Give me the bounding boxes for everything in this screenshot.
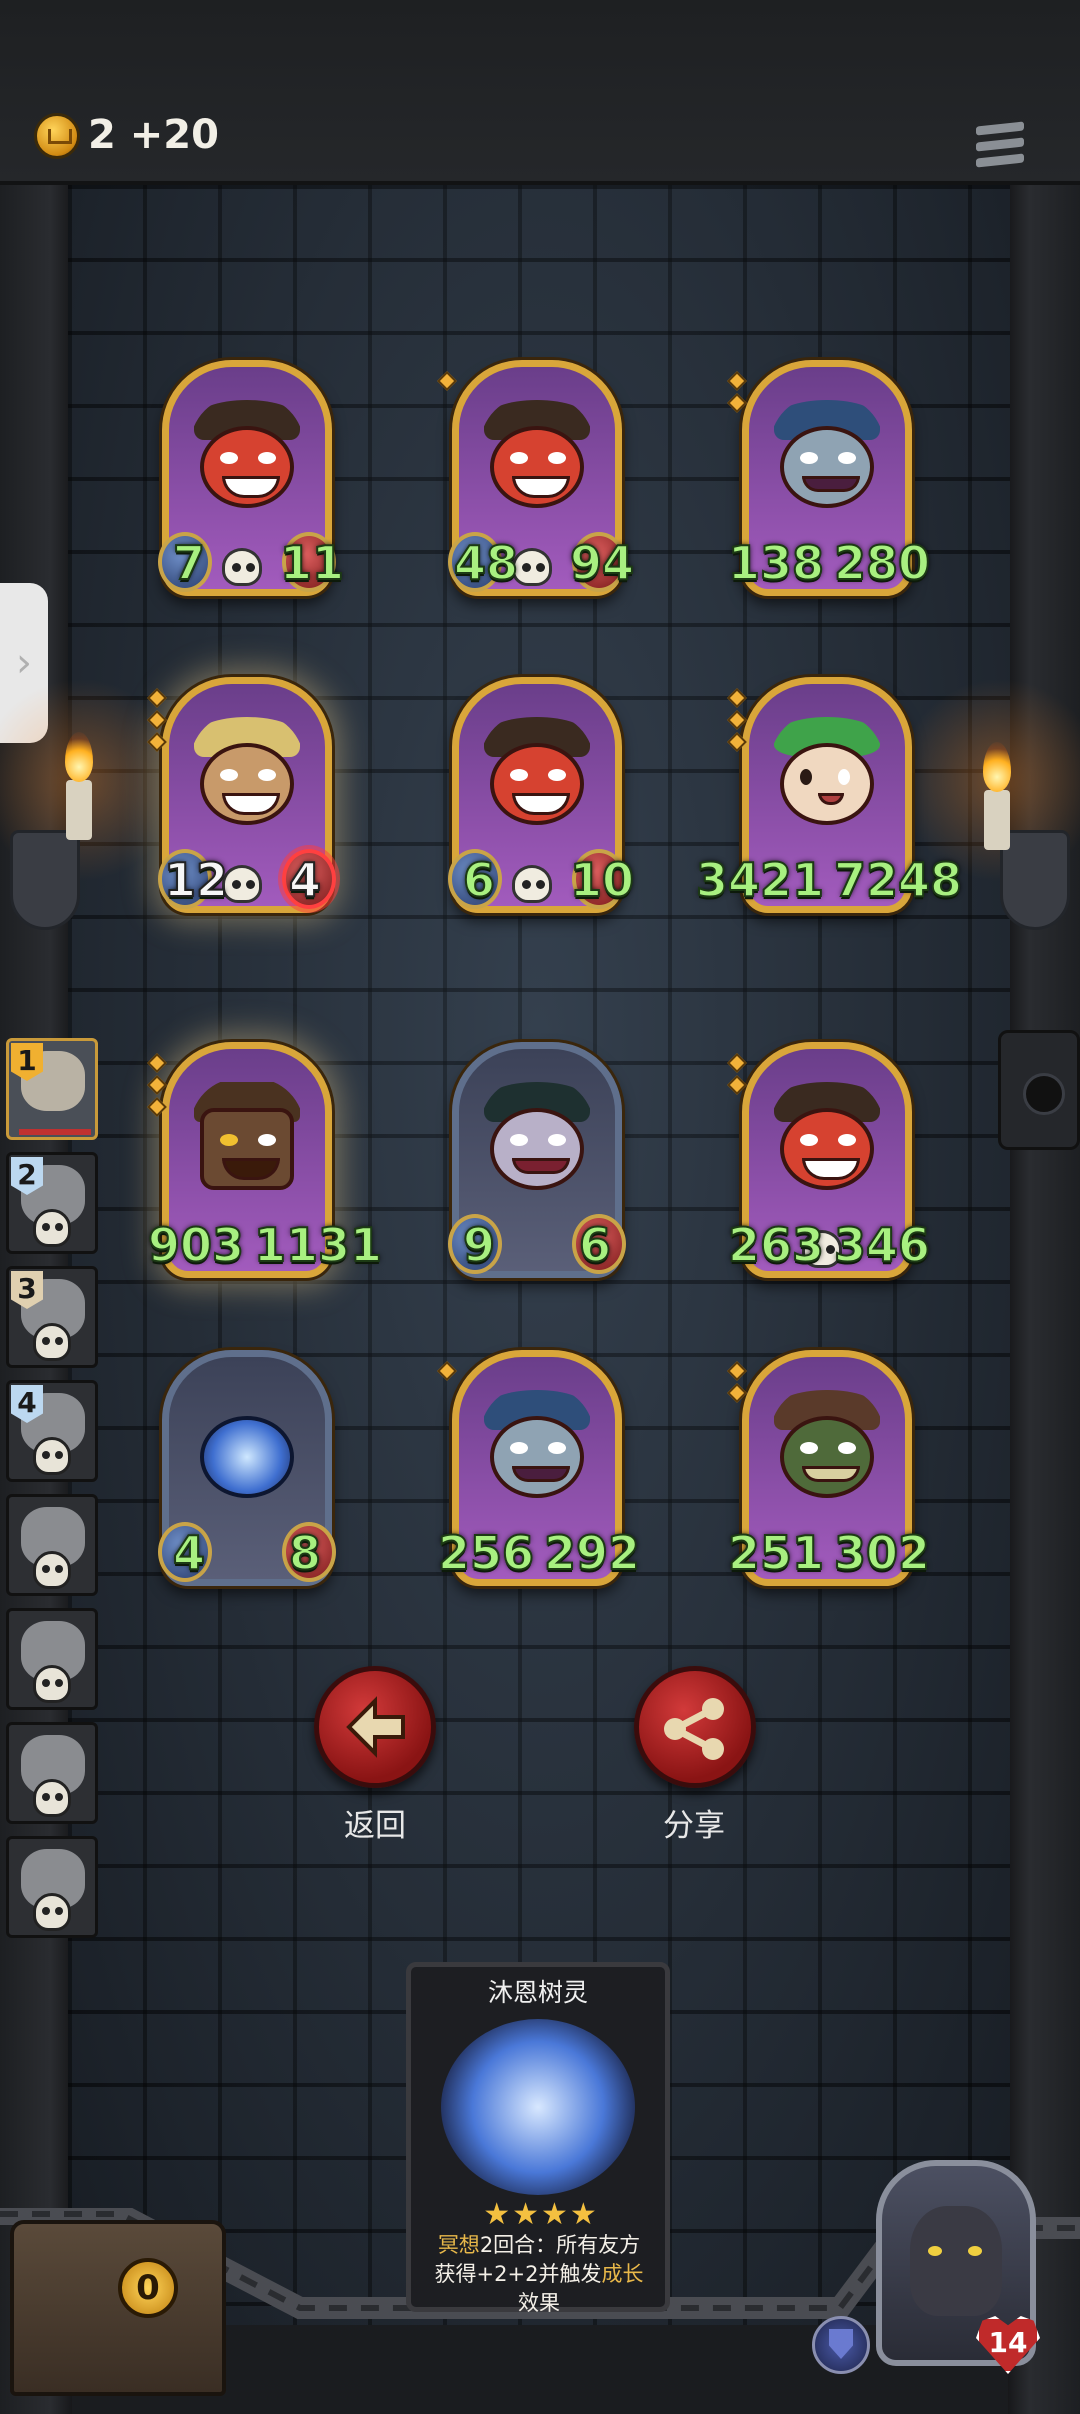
right-pillar: [1008, 185, 1080, 2414]
minion-card[interactable]: 9 6: [448, 1042, 626, 1278]
health-value: 280: [833, 536, 931, 590]
minion-art: [190, 1386, 304, 1536]
attack-value: 12: [163, 853, 229, 907]
minion-card[interactable]: 3421 7248: [695, 677, 963, 913]
minion-card[interactable]: 256 292: [437, 1350, 641, 1586]
left-candle: [66, 780, 92, 840]
minion-card[interactable]: 4 8: [158, 1350, 336, 1586]
opponent-slot[interactable]: 2: [6, 1152, 98, 1254]
detail-card-stars: ★★★★: [483, 2197, 599, 2232]
skull-icon: [33, 1665, 71, 1703]
skull-icon: [512, 865, 552, 903]
right-wall-knob: [998, 1030, 1080, 1150]
minion-art: [770, 1386, 884, 1536]
back-label: 返回: [344, 1808, 406, 1844]
minion-card[interactable]: 263 346: [727, 1042, 931, 1278]
left-sconce: [10, 830, 80, 930]
detail-card[interactable]: 沐恩树灵 ★★★★ 冥想2回合：所有友方 获得+2+2并触发成长 效果: [406, 1962, 670, 2315]
minion-art: [480, 713, 594, 863]
minion-art: [480, 396, 594, 546]
back-button[interactable]: [314, 1666, 436, 1788]
top-bar: 2 +20: [0, 0, 1080, 185]
minion-art: [770, 1078, 884, 1228]
shop-chest[interactable]: [10, 2220, 226, 2396]
minion-art: [770, 713, 884, 863]
minion-art: [190, 713, 304, 863]
skull-icon: [222, 865, 262, 903]
minion-art: [190, 1078, 304, 1228]
health-value: 8: [288, 1526, 322, 1580]
minion-art: [190, 396, 304, 546]
refresh-counter: 0: [118, 2258, 178, 2318]
attack-value: 9: [462, 1218, 496, 1272]
skull-icon: [222, 548, 262, 586]
health-value: 11: [279, 536, 345, 590]
attack-value: 7: [172, 536, 206, 590]
attack-value: 4: [172, 1526, 206, 1580]
attack-value: 256: [437, 1526, 535, 1580]
health-value: 10: [569, 853, 635, 907]
player-health: 14: [988, 2326, 1028, 2359]
right-candle: [984, 790, 1010, 850]
minion-card[interactable]: 251 302: [727, 1350, 931, 1586]
health-value: 346: [833, 1218, 931, 1272]
share-label: 分享: [663, 1808, 725, 1844]
skull-icon: [33, 1323, 71, 1361]
skull-icon: [33, 1893, 71, 1931]
health-value: 1131: [253, 1218, 383, 1272]
shield-icon: [812, 2316, 870, 2374]
health-value: 302: [833, 1526, 931, 1580]
detail-card-art: [441, 2019, 635, 2195]
health-value: 292: [543, 1526, 641, 1580]
skull-icon: [512, 548, 552, 586]
minion-card[interactable]: 903 1131: [147, 1042, 383, 1278]
skull-icon: [33, 1551, 71, 1589]
detail-card-name: 沐恩树灵: [487, 1978, 588, 2007]
health-value: 94: [569, 536, 635, 590]
menu-icon[interactable]: [976, 121, 1024, 174]
attack-value: 263: [727, 1218, 825, 1272]
opponent-slot[interactable]: 4: [6, 1380, 98, 1482]
opponent-slot[interactable]: [6, 1722, 98, 1824]
skull-icon: [33, 1209, 71, 1247]
opponent-slot[interactable]: 3: [6, 1266, 98, 1368]
health-value: 4: [288, 853, 322, 907]
opponent-slot[interactable]: [6, 1494, 98, 1596]
attack-value: 251: [727, 1526, 825, 1580]
gold-display: 2 +20: [88, 112, 219, 158]
opponent-slot[interactable]: 1: [6, 1038, 98, 1140]
opponent-slot[interactable]: [6, 1836, 98, 1938]
share-icon: [664, 1698, 724, 1760]
gold-coin-icon: [34, 113, 80, 159]
health-value: 6: [578, 1218, 612, 1272]
opponent-health-bar: [19, 1129, 91, 1135]
share-button[interactable]: [634, 1666, 756, 1788]
minion-art: [480, 1386, 594, 1536]
minion-card[interactable]: 7 11: [158, 360, 345, 596]
minion-card[interactable]: 6 10: [448, 677, 635, 913]
opponent-slot[interactable]: [6, 1608, 98, 1710]
gold-amount: 2: [88, 112, 116, 158]
game-screen: 2 +20 › 7 11 48 94 138 280 12 4 6 10 342…: [0, 0, 1080, 2414]
health-value: 7248: [833, 853, 963, 907]
right-sconce: [1000, 830, 1070, 930]
attack-value: 903: [147, 1218, 245, 1272]
minion-card[interactable]: 138 280: [727, 360, 931, 596]
gold-income: +20: [129, 112, 219, 158]
minion-card[interactable]: 48 94: [437, 360, 635, 596]
attack-value: 138: [727, 536, 825, 590]
attack-value: 48: [453, 536, 519, 590]
attack-value: 3421: [695, 853, 825, 907]
minion-art: [480, 1078, 594, 1228]
skull-icon: [33, 1437, 71, 1475]
skull-icon: [33, 1779, 71, 1817]
attack-value: 6: [462, 853, 496, 907]
minion-card[interactable]: 12 4: [147, 677, 336, 913]
minion-art: [770, 396, 884, 546]
detail-card-description: 冥想2回合：所有友方 获得+2+2并触发成长 效果: [434, 2233, 644, 2315]
arrow-left-icon: [346, 1696, 405, 1758]
